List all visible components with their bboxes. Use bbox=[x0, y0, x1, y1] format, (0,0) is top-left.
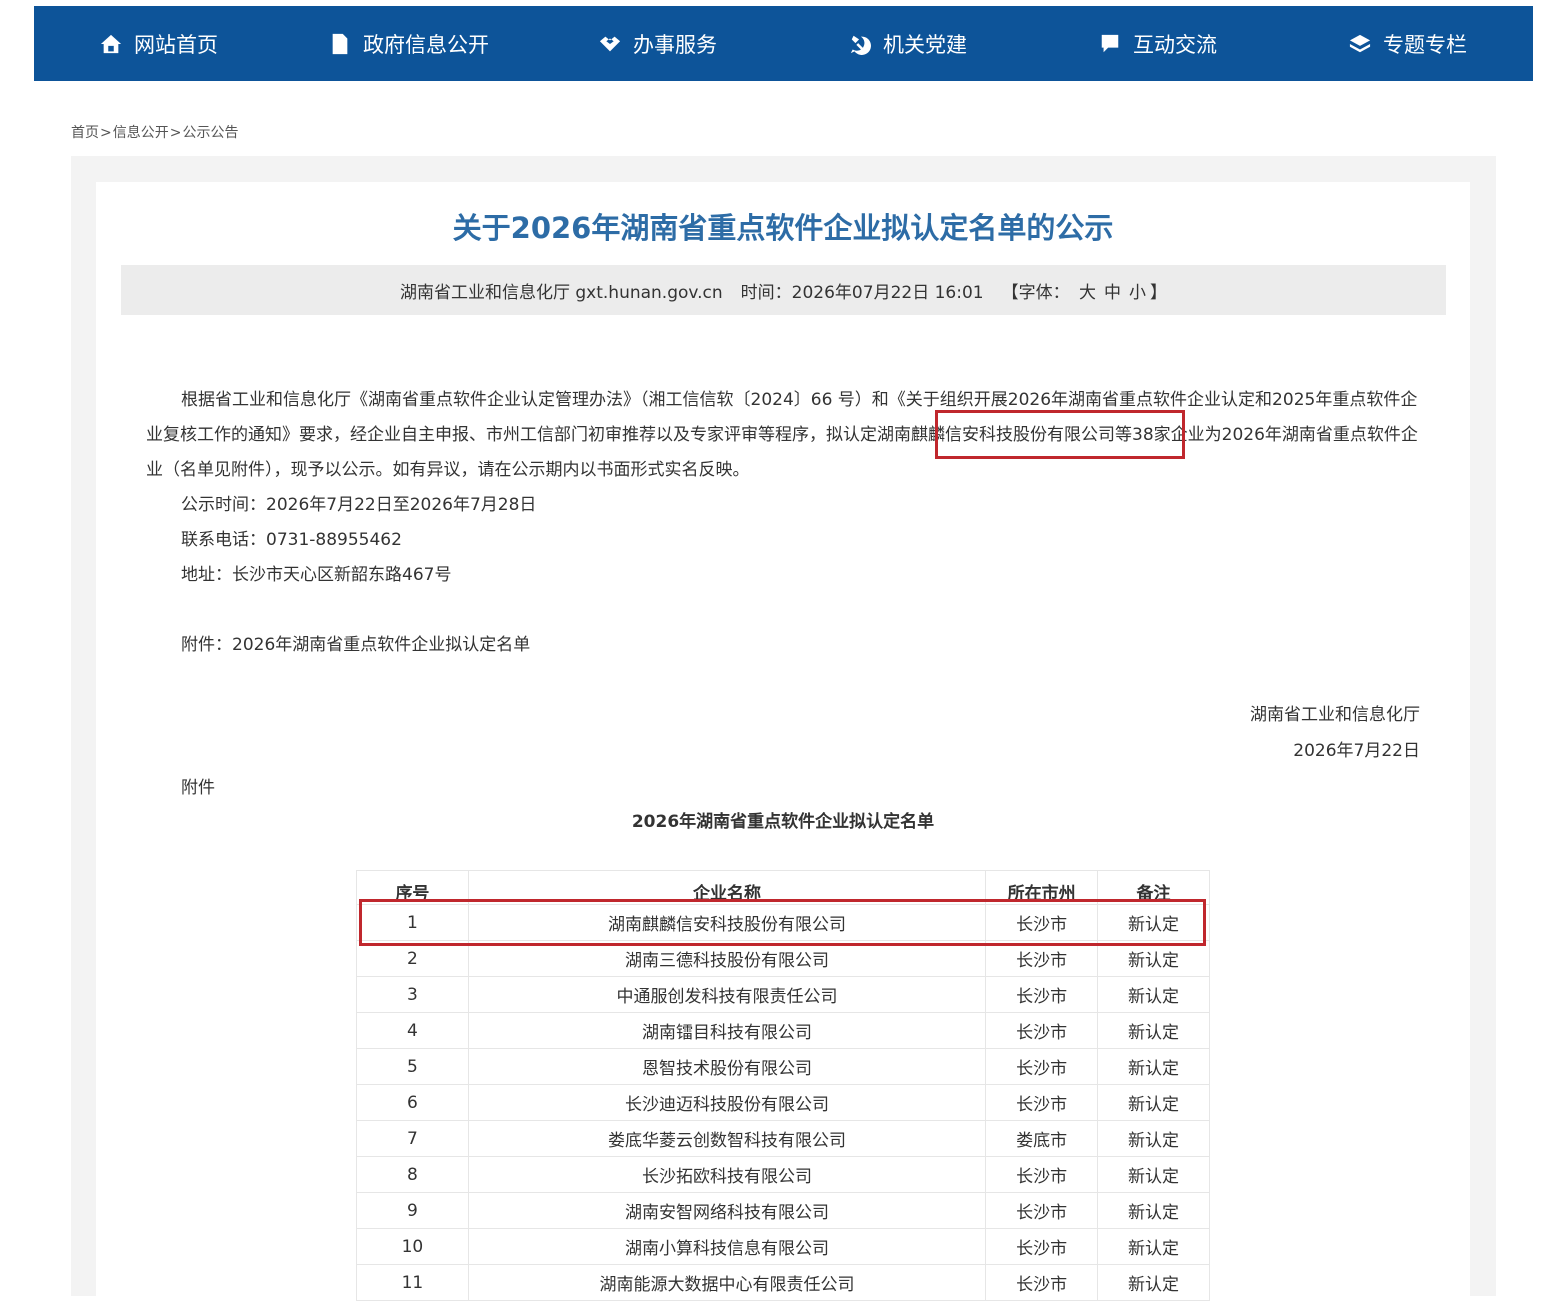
publicity-period: 公示时间：2026年7月22日至2026年7月28日 bbox=[181, 495, 537, 515]
cell-note: 新认定 bbox=[1097, 1012, 1210, 1049]
nav-item-topics[interactable]: 专题专栏 bbox=[1349, 6, 1467, 81]
chat-icon bbox=[1101, 34, 1119, 52]
nav-item-home[interactable]: 网站首页 bbox=[100, 6, 218, 81]
cell-note: 新认定 bbox=[1097, 1120, 1210, 1157]
font-size-label-close: 】 bbox=[1150, 282, 1168, 303]
table-row: 3 中通服创发科技有限责任公司 长沙市 新认定 bbox=[356, 976, 1210, 1013]
cell-company: 湖南小算科技信息有限公司 bbox=[468, 1228, 987, 1265]
table-row: 11 湖南能源大数据中心有限责任公司 长沙市 新认定 bbox=[356, 1264, 1210, 1301]
nav-item-label: 政府信息公开 bbox=[363, 32, 489, 57]
cell-index: 8 bbox=[356, 1156, 469, 1193]
font-small-button[interactable]: 小 bbox=[1129, 283, 1146, 303]
layers-icon bbox=[1349, 34, 1371, 52]
contact-phone: 联系电话：0731-88955462 bbox=[181, 530, 402, 550]
font-medium-button[interactable]: 中 bbox=[1104, 283, 1121, 303]
cell-city: 长沙市 bbox=[985, 976, 1099, 1013]
nav-item-label: 网站首页 bbox=[134, 32, 218, 57]
nav-item-interaction[interactable]: 互动交流 bbox=[1099, 6, 1217, 81]
cell-company: 中通服创发科技有限责任公司 bbox=[468, 976, 987, 1013]
cell-city: 长沙市 bbox=[985, 1228, 1099, 1265]
cell-city: 长沙市 bbox=[985, 1264, 1099, 1301]
font-large-button[interactable]: 大 bbox=[1079, 283, 1096, 303]
breadcrumb-announcements[interactable]: 公示公告 bbox=[182, 125, 238, 141]
cell-company: 湖南能源大数据中心有限责任公司 bbox=[468, 1264, 987, 1301]
cell-index: 10 bbox=[356, 1228, 469, 1265]
cell-city: 娄底市 bbox=[985, 1120, 1099, 1157]
cell-city: 长沙市 bbox=[985, 1156, 1099, 1193]
cell-index: 3 bbox=[356, 976, 469, 1013]
cell-company: 恩智技术股份有限公司 bbox=[468, 1048, 987, 1085]
cell-index: 5 bbox=[356, 1048, 469, 1085]
attachment-label: 附件 bbox=[181, 778, 215, 798]
breadcrumb-separator: > bbox=[169, 125, 182, 141]
cell-company: 湖南安智网络科技有限公司 bbox=[468, 1192, 987, 1229]
font-size-control: 【字体： 大中小】 bbox=[1002, 278, 1167, 303]
cell-index: 7 bbox=[356, 1120, 469, 1157]
cell-city: 长沙市 bbox=[985, 1012, 1099, 1049]
table-row: 9 湖南安智网络科技有限公司 长沙市 新认定 bbox=[356, 1192, 1210, 1229]
article-paragraph: 根据省工业和信息化厅《湖南省重点软件企业认定管理办法》（湘工信信软〔2024〕6… bbox=[146, 383, 1424, 488]
cell-company: 湖南镭目科技有限公司 bbox=[468, 1012, 987, 1049]
cell-index: 6 bbox=[356, 1084, 469, 1121]
top-navigation: 网站首页 政府信息公开 办事服务 机关党建 互动交流 专题专栏 bbox=[34, 6, 1533, 81]
table-row: 5 恩智技术股份有限公司 长沙市 新认定 bbox=[356, 1048, 1210, 1085]
company-highlight-box bbox=[935, 410, 1185, 459]
cell-note: 新认定 bbox=[1097, 1156, 1210, 1193]
cell-company: 长沙迪迈科技股份有限公司 bbox=[468, 1084, 987, 1121]
cell-note: 新认定 bbox=[1097, 1084, 1210, 1121]
nav-item-gov-info[interactable]: 政府信息公开 bbox=[329, 6, 489, 81]
article-source: 湖南省工业和信息化厅 gxt.hunan.gov.cn bbox=[399, 282, 723, 303]
nav-item-label: 互动交流 bbox=[1133, 32, 1217, 57]
cell-index: 11 bbox=[356, 1264, 469, 1301]
article-time: 时间：2026年07月22日 16:01 bbox=[740, 282, 984, 303]
article-body: 根据省工业和信息化厅《湖南省重点软件企业认定管理办法》（湘工信信软〔2024〕6… bbox=[146, 383, 1424, 663]
cell-note: 新认定 bbox=[1097, 1228, 1210, 1265]
handshake-icon bbox=[599, 36, 621, 51]
cell-city: 长沙市 bbox=[985, 1048, 1099, 1085]
nav-item-party[interactable]: 机关党建 bbox=[849, 6, 967, 81]
table-row: 10 湖南小算科技信息有限公司 长沙市 新认定 bbox=[356, 1228, 1210, 1265]
page-title: 关于2026年湖南省重点软件企业拟认定名单的公示 bbox=[452, 211, 1114, 245]
cell-company: 娄底华菱云创数智科技有限公司 bbox=[468, 1120, 987, 1157]
cell-city: 长沙市 bbox=[985, 1084, 1099, 1121]
contact-address: 地址：长沙市天心区新韶东路467号 bbox=[181, 565, 452, 585]
breadcrumb-home[interactable]: 首页 bbox=[71, 125, 99, 141]
row-highlight-box bbox=[359, 899, 1206, 946]
cell-company: 长沙拓欧科技有限公司 bbox=[468, 1156, 987, 1193]
home-icon bbox=[100, 34, 122, 53]
document-icon bbox=[332, 33, 348, 54]
breadcrumb: 首页>信息公开>公示公告 bbox=[71, 122, 238, 142]
cell-note: 新认定 bbox=[1097, 1264, 1210, 1301]
signoff-org: 湖南省工业和信息化厅 bbox=[1250, 705, 1420, 725]
table-title: 2026年湖南省重点软件企业拟认定名单 bbox=[631, 812, 935, 832]
nav-item-label: 专题专栏 bbox=[1383, 32, 1467, 57]
cell-note: 新认定 bbox=[1097, 1048, 1210, 1085]
cell-index: 4 bbox=[356, 1012, 469, 1049]
attachment-link[interactable]: 附件：2026年湖南省重点软件企业拟认定名单 bbox=[146, 628, 1424, 663]
cell-city: 长沙市 bbox=[985, 1192, 1099, 1229]
nav-item-services[interactable]: 办事服务 bbox=[599, 6, 717, 81]
article-meta-bar: 湖南省工业和信息化厅 gxt.hunan.gov.cn 时间：2026年07月2… bbox=[121, 265, 1446, 315]
party-emblem-icon bbox=[850, 35, 871, 55]
breadcrumb-info-public[interactable]: 信息公开 bbox=[113, 125, 169, 141]
cell-note: 新认定 bbox=[1097, 976, 1210, 1013]
cell-note: 新认定 bbox=[1097, 1192, 1210, 1229]
cell-index: 9 bbox=[356, 1192, 469, 1229]
font-size-label: 【字体： bbox=[1001, 282, 1070, 303]
table-row: 7 娄底华菱云创数智科技有限公司 娄底市 新认定 bbox=[356, 1120, 1210, 1157]
table-row: 4 湖南镭目科技有限公司 长沙市 新认定 bbox=[356, 1012, 1210, 1049]
nav-item-label: 机关党建 bbox=[883, 32, 967, 57]
breadcrumb-separator: > bbox=[100, 125, 112, 141]
table-row: 8 长沙拓欧科技有限公司 长沙市 新认定 bbox=[356, 1156, 1210, 1193]
table-row: 6 长沙迪迈科技股份有限公司 长沙市 新认定 bbox=[356, 1084, 1210, 1121]
signoff-date: 2026年7月22日 bbox=[1293, 741, 1420, 761]
nav-item-label: 办事服务 bbox=[633, 32, 717, 57]
